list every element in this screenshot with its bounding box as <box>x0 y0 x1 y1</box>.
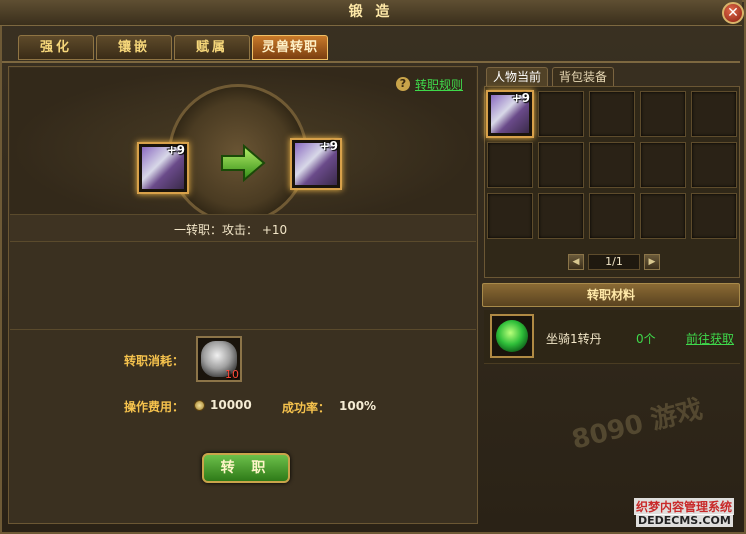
arrow-right-icon <box>221 143 266 183</box>
help-icon[interactable]: ? <box>396 77 410 91</box>
inventory-item-level: +9 <box>511 91 530 105</box>
inventory-slot[interactable] <box>691 142 737 188</box>
tab-attribute[interactable]: 赋属 <box>174 35 250 60</box>
consume-label: 转职消耗： <box>124 354 185 368</box>
success-rate-value: 100% <box>339 399 377 413</box>
inventory-slot[interactable] <box>640 142 686 188</box>
title-bar: 锻 造 <box>0 0 742 26</box>
tab-inlay[interactable]: 镶嵌 <box>96 35 172 60</box>
source-item-slot[interactable]: +9 <box>137 142 189 194</box>
transfer-rules-link[interactable]: 转职规则 <box>415 76 463 93</box>
target-item-slot[interactable]: +9 <box>290 138 342 190</box>
inventory-slot[interactable] <box>487 193 533 239</box>
cms-watermark-url: DEDECMS.COM <box>636 514 733 527</box>
target-item-level: +9 <box>319 139 338 153</box>
coin-icon <box>194 400 205 411</box>
inventory-slot[interactable] <box>691 193 737 239</box>
transfer-stat-line: 一转职：攻击： +10 <box>174 223 288 237</box>
fee-value: 10000 <box>210 398 252 412</box>
close-icon[interactable]: ✕ <box>722 2 744 24</box>
inventory-slot[interactable]: +9 <box>486 90 534 138</box>
inventory-slot[interactable] <box>538 142 584 188</box>
tab-divider <box>2 61 740 63</box>
page-indicator: 1/1 <box>588 254 640 270</box>
consume-count: 10 <box>225 368 239 381</box>
tab-bag-equipment[interactable]: 背包装备 <box>552 67 614 87</box>
prev-page-icon[interactable]: ◀ <box>568 254 584 270</box>
materials-header: 转职材料 <box>482 283 740 307</box>
tab-strengthen[interactable]: 强化 <box>18 35 94 60</box>
window-title: 锻 造 <box>348 4 394 20</box>
inventory-slot[interactable] <box>640 91 686 137</box>
material-name: 坐骑1转丹 <box>546 332 602 346</box>
green-pill-icon <box>496 320 528 352</box>
next-page-icon[interactable]: ▶ <box>644 254 660 270</box>
inventory-slot[interactable] <box>589 193 635 239</box>
transfer-button[interactable]: 转 职 <box>202 453 290 483</box>
stat-detail-area <box>10 242 476 330</box>
success-rate-label: 成功率： <box>282 401 331 415</box>
inventory-slot[interactable] <box>589 142 635 188</box>
inventory-slot[interactable] <box>538 193 584 239</box>
source-item-level: +9 <box>166 143 185 157</box>
inventory-slot[interactable] <box>640 193 686 239</box>
inventory-slot[interactable] <box>691 91 737 137</box>
get-material-link[interactable]: 前往获取 <box>686 330 734 347</box>
cms-watermark: 织梦内容管理系统 <box>634 498 735 515</box>
tab-character-current[interactable]: 人物当前 <box>486 67 548 87</box>
tab-pet-transfer[interactable]: 灵兽转职 <box>252 35 328 60</box>
fee-label: 操作费用： <box>124 400 185 414</box>
material-count: 0个 <box>636 332 656 346</box>
inventory-slot[interactable] <box>589 91 635 137</box>
inventory-slot[interactable] <box>487 142 533 188</box>
inventory-slot[interactable] <box>538 91 584 137</box>
consume-item-slot[interactable]: 10 <box>196 336 242 382</box>
material-item-slot[interactable] <box>490 314 534 358</box>
